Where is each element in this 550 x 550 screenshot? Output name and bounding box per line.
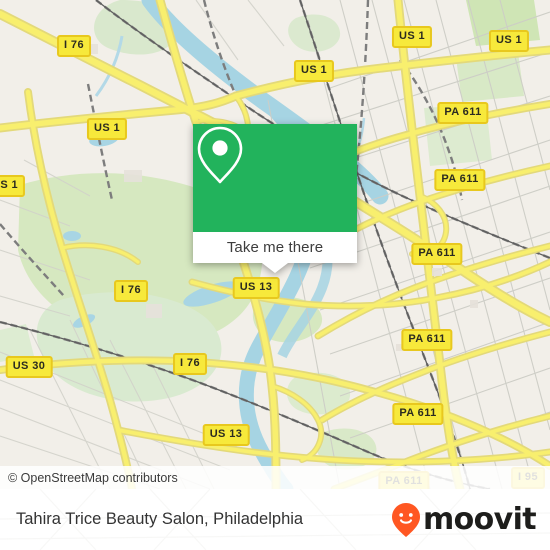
road-shield: US 30 [5,356,53,378]
road-shield: PA 611 [392,403,444,425]
map-pin-icon [197,126,243,184]
road-shield: US 13 [202,424,250,446]
moovit-pin-icon [391,502,420,537]
road-shield: I 76 [173,353,207,375]
take-me-there-label: Take me there [226,239,324,256]
road-shield: I 76 [114,280,148,302]
road-shield: PA 611 [434,169,486,191]
road-shield: US 1 [488,30,530,52]
map-attribution: © OpenStreetMap contributors [0,466,550,489]
page-footer: Tahira Trice Beauty Salon, Philadelphia … [0,489,550,550]
moovit-logo[interactable]: moovit [391,501,537,538]
popup-pin-area [193,124,357,232]
take-me-there-button[interactable]: Take me there [193,232,357,273]
moovit-map-page: I 76 US 1 US 1 US 1 PA 611 US 1 PA 611 US 1 PA 6… [0,0,550,550]
moovit-wordmark: moovit [422,501,537,537]
destination-popup-card[interactable]: Take me there [193,124,357,273]
road-shield: PA 611 [411,243,463,265]
place-name-label: Tahira Trice Beauty Salon, Philadelphia [16,510,304,528]
road-shield: PA 611 [437,102,489,124]
popup-pointer [262,263,288,273]
road-shield: US 1 [391,26,433,48]
road-shield: US 13 [232,277,280,299]
road-shield: PA 611 [401,329,453,351]
map-canvas[interactable]: I 76 US 1 US 1 US 1 PA 611 US 1 PA 611 US 1 PA 6… [0,0,550,489]
attribution-text: © OpenStreetMap contributors [8,470,178,485]
road-shield: US 1 [86,118,128,140]
road-shield: US 1 [293,60,335,82]
road-shield: I 76 [57,35,91,57]
road-shield: US 1 [0,175,26,197]
